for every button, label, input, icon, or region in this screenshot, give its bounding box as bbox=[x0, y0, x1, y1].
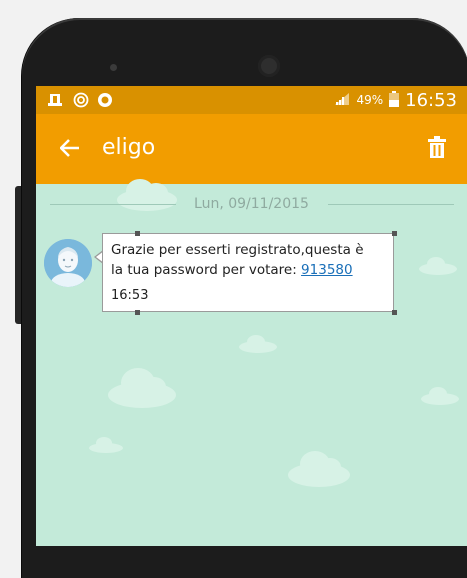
cloud-decoration bbox=[89, 437, 123, 453]
cloud-decoration bbox=[288, 451, 350, 487]
avatar[interactable] bbox=[44, 239, 92, 287]
signal-icon bbox=[334, 92, 350, 109]
clock: 16:53 bbox=[405, 89, 457, 111]
app-bar: eligo bbox=[36, 114, 467, 184]
message-text: la tua password per votare: bbox=[111, 262, 302, 278]
selection-handle bbox=[392, 231, 397, 236]
date-separator: Lun, 09/11/2015 bbox=[36, 194, 467, 214]
app-notification-icon bbox=[96, 91, 114, 109]
chat-area[interactable]: Lun, 09/11/2015 Grazie per esserti regis… bbox=[36, 179, 467, 546]
message-text-line: Grazie per esserti registrato,questa è bbox=[111, 242, 364, 258]
message-bubble[interactable]: Grazie per esserti registrato,questa è l… bbox=[102, 233, 394, 312]
battery-icon bbox=[389, 90, 400, 110]
message-time: 16:53 bbox=[111, 288, 149, 303]
cloud-decoration bbox=[108, 368, 176, 408]
cloud-decoration bbox=[239, 335, 277, 353]
arrow-back-icon[interactable] bbox=[56, 134, 84, 162]
selection-handle bbox=[392, 310, 397, 315]
selection-handle bbox=[135, 310, 140, 315]
message-text-line: la tua password per votare: 913580 bbox=[111, 260, 393, 280]
cloud-decoration bbox=[419, 257, 457, 275]
password-link[interactable]: 913580 bbox=[301, 262, 353, 278]
user-avatar-icon bbox=[44, 239, 92, 287]
selection-handle bbox=[135, 231, 140, 236]
conversation-title: eligo bbox=[102, 135, 156, 160]
sync-icon bbox=[72, 91, 90, 109]
status-right: 49% 16:53 bbox=[334, 89, 457, 111]
battery-percent: 49% bbox=[356, 93, 384, 107]
cloud-decoration bbox=[421, 387, 459, 405]
date-label: Lun, 09/11/2015 bbox=[194, 196, 309, 212]
phone-screen: 49% 16:53 eligo Lun, 09/11/2015 Grazie p… bbox=[36, 86, 467, 546]
phone-sensor bbox=[110, 64, 117, 71]
trash-icon[interactable] bbox=[427, 136, 449, 160]
status-bar: 49% 16:53 bbox=[36, 86, 467, 114]
front-camera bbox=[258, 55, 280, 77]
notification-icon bbox=[46, 91, 64, 109]
